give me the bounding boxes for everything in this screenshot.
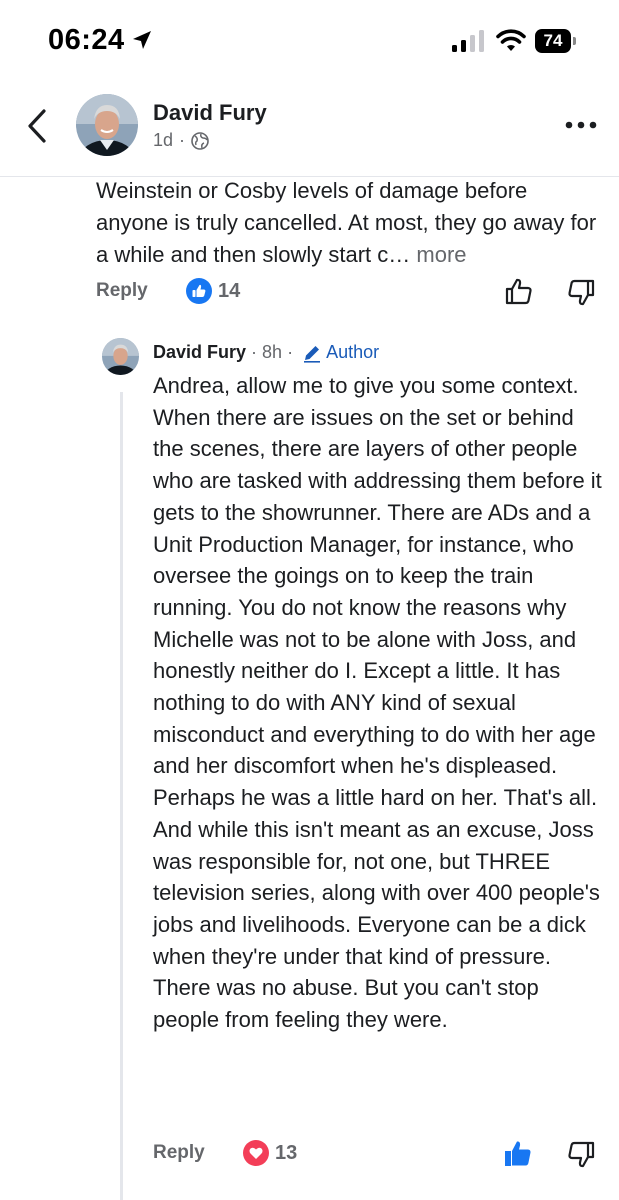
reaction-summary-2[interactable]: 13 — [243, 1140, 297, 1166]
meta-separator: · — [179, 130, 186, 150]
comment-actions: Reply 14 — [96, 276, 601, 310]
pencil-icon — [304, 345, 321, 363]
like-icon — [186, 278, 212, 304]
reply-avatar[interactable] — [102, 338, 139, 375]
thumbs-down-outline-icon-2[interactable] — [566, 1140, 596, 1170]
signal-icon — [452, 30, 484, 52]
author-badge-label: Author — [326, 342, 380, 362]
reaction-summary[interactable]: 14 — [186, 278, 240, 304]
author-badge: Author — [302, 342, 379, 363]
reply-separator-2: · — [287, 342, 294, 362]
reaction-count-2: 13 — [275, 1141, 298, 1164]
reply-actions: Reply 13 — [153, 1138, 601, 1172]
battery-icon: 74 — [535, 29, 577, 53]
globe-icon — [191, 131, 209, 150]
status-bar: 06:24 74 — [0, 0, 619, 80]
reply-avatar-image — [102, 338, 139, 375]
battery-level: 74 — [535, 29, 571, 53]
comment-body: Weinstein or Cosby levels of damage befo… — [96, 178, 597, 267]
reply-time: 8h — [262, 342, 283, 362]
more-dots-icon[interactable] — [565, 120, 597, 130]
wifi-icon — [496, 29, 526, 51]
post-meta: 1d · — [153, 130, 209, 151]
see-more-link[interactable]: more — [410, 242, 466, 267]
battery-tip — [573, 37, 576, 45]
avatar-image — [76, 94, 138, 156]
thumbs-up-outline-icon[interactable] — [504, 276, 534, 306]
reaction-count: 14 — [218, 279, 241, 302]
chevron-left-icon[interactable] — [24, 108, 52, 144]
reply-header: David Fury · 8h · Author — [153, 342, 379, 363]
reply-author-name[interactable]: David Fury — [153, 342, 246, 363]
status-time: 06:24 — [48, 24, 125, 56]
reply-text: Andrea, allow me to give you some contex… — [153, 373, 602, 1033]
reply-separator: · — [251, 342, 258, 362]
love-heart-icon — [243, 1140, 269, 1166]
comment-text: Weinstein or Cosby levels of damage befo… — [96, 175, 601, 271]
thread-line — [120, 392, 123, 1200]
location-arrow-icon — [133, 31, 151, 49]
post-header: David Fury 1d · — [0, 86, 619, 172]
thumbs-down-outline-icon[interactable] — [566, 278, 596, 308]
thumbs-up-filled-icon[interactable] — [503, 1138, 533, 1168]
reply-button-2[interactable]: Reply — [153, 1142, 205, 1164]
avatar[interactable] — [76, 94, 138, 156]
post-author-name[interactable]: David Fury — [153, 100, 267, 126]
reply-button[interactable]: Reply — [96, 280, 148, 302]
post-age: 1d — [153, 130, 174, 150]
